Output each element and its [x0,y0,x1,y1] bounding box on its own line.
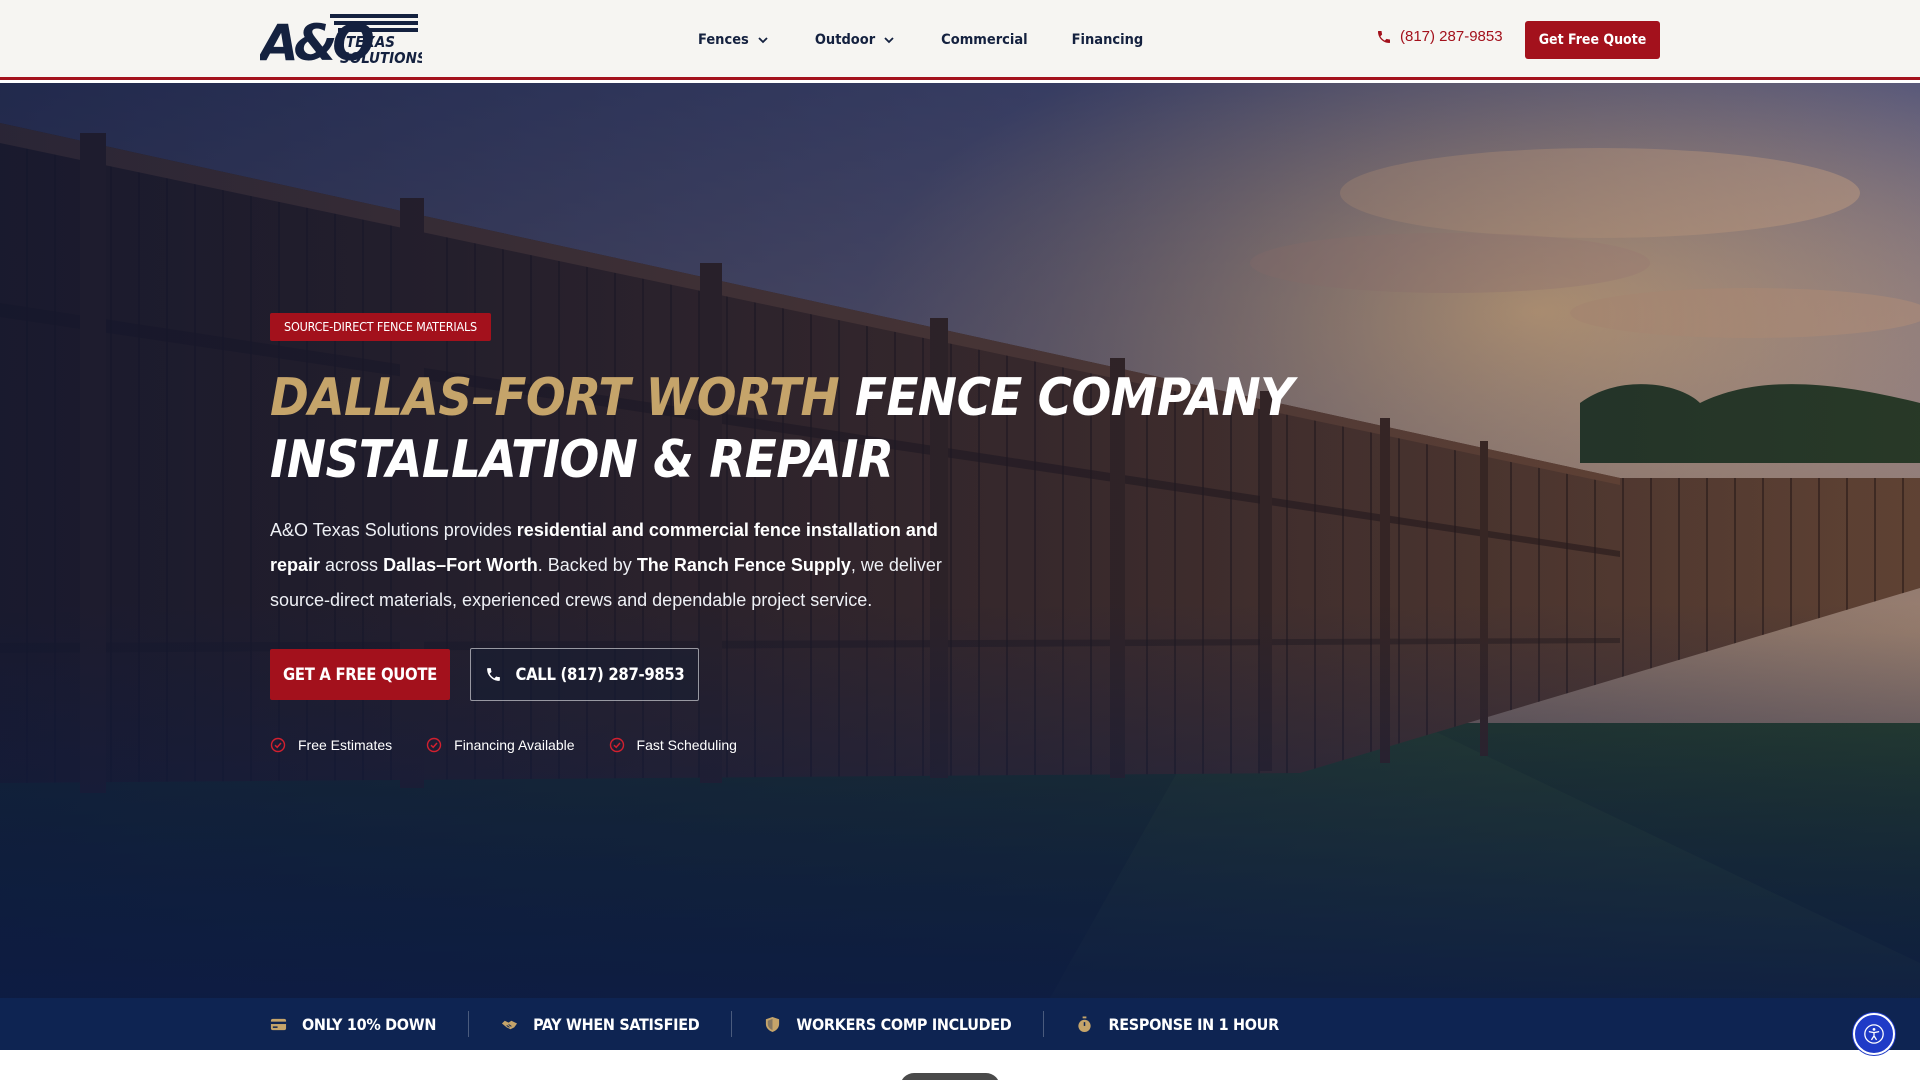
nav-financing[interactable]: Financing [1072,20,1144,60]
accessibility-button[interactable] [1853,1013,1895,1055]
svg-text:SOLUTIONS: SOLUTIONS [340,49,422,67]
check-circle-icon [609,737,624,753]
hero-content: SOURCE-DIRECT FENCE MATERIALS DALLAS–FOR… [270,313,1294,753]
benefit-label: Fast Scheduling [636,737,737,753]
trust-items: ONLY 10% DOWN PAY WHEN SATISFIED WORKERS… [270,998,1279,1050]
benefit-label: Financing Available [454,737,575,753]
trust-item-label: ONLY 10% DOWN [302,1014,437,1034]
header-phone-link[interactable]: (817) 287-9853 [1376,28,1503,45]
stopwatch-icon [1078,1015,1092,1032]
shield-icon [766,1016,780,1032]
benefit-label: Free Estimates [298,737,393,753]
hero-title-line1-rest: FENCE COMPANY [855,368,1294,428]
divider [1043,1011,1045,1037]
benefit-financing-available: Financing Available [426,737,575,753]
hero-buttons: GET A FREE QUOTE CALL (817) 287-9853 [270,648,1270,701]
hero-description: A&O Texas Solutions provides residential… [270,513,970,618]
main-nav: Fences Outdoor Commercial Financing [698,0,1187,80]
call-phone-label: CALL (817) 287-9853 [515,665,685,684]
benefit-free-estimates: Free Estimates [270,737,392,753]
hero-section: SOURCE-DIRECT FENCE MATERIALS DALLAS–FOR… [0,83,1920,998]
trust-item-response-time: RESPONSE IN 1 HOUR [1076,998,1279,1050]
phone-icon [486,668,500,681]
nav-fences-label: Fences [698,32,749,48]
hero-title-gold: DALLAS–FORT WORTH [270,368,840,428]
hero-title-line2: INSTALLATION & REPAIR [270,430,894,490]
hero-eyebrow-badge: SOURCE-DIRECT FENCE MATERIALS [270,313,491,341]
chevron-down-icon [884,37,894,44]
nav-fences[interactable]: Fences [698,20,771,60]
nav-financing-label: Financing [1071,32,1144,48]
divider [731,1011,733,1037]
nav-outdoor-label: Outdoor [814,32,876,48]
nav-commercial-label: Commercial [941,32,1028,48]
divider [468,1011,470,1037]
trust-item-pay-when-satisfied: PAY WHEN SATISFIED [501,998,700,1050]
hero-desc-text: across [320,555,384,575]
nav-outdoor[interactable]: Outdoor [815,20,897,60]
benefit-fast-scheduling: Fast Scheduling [609,737,737,753]
next-section-hint [900,1073,1000,1080]
trust-item-down-payment: ONLY 10% DOWN [270,998,436,1050]
handshake-icon [502,1020,518,1029]
hero-desc-text: . Backed by [537,555,637,575]
hero-desc-text: A&O Texas Solutions provides [270,520,517,540]
phone-icon [1378,30,1390,43]
nav-commercial[interactable]: Commercial [941,20,1027,60]
company-logo[interactable]: A&O TEXAS SOLUTIONS [260,12,422,68]
trust-bar: ONLY 10% DOWN PAY WHEN SATISFIED WORKERS… [0,998,1920,1050]
check-circle-icon [270,737,286,753]
call-phone-button[interactable]: CALL (817) 287-9853 [470,648,699,701]
header-phone-text: (817) 287-9853 [1400,28,1503,45]
hero-title: DALLAS–FORT WORTH FENCE COMPANY INSTALLA… [270,367,1294,491]
hero-benefits: Free Estimates Financing Available Fast … [270,737,1270,753]
trust-item-label: WORKERS COMP INCLUDED [796,1014,1012,1034]
accessibility-icon [1864,1024,1884,1044]
trust-item-label: RESPONSE IN 1 HOUR [1108,1014,1279,1034]
get-free-quote-button[interactable]: Get Free Quote [1525,21,1660,59]
hero-desc-bold: Dallas–Fort Worth [383,555,538,575]
trust-item-workers-comp: WORKERS COMP INCLUDED [764,998,1012,1050]
check-circle-icon [426,737,442,753]
hero-desc-bold: The Ranch Fence Supply [636,555,851,575]
get-a-free-quote-button[interactable]: GET A FREE QUOTE [270,649,450,700]
trust-item-label: PAY WHEN SATISFIED [533,1014,700,1034]
chevron-down-icon [758,37,768,44]
site-header: A&O TEXAS SOLUTIONS Fences Outdoor Comme… [0,0,1920,80]
credit-card-icon [270,1018,287,1030]
